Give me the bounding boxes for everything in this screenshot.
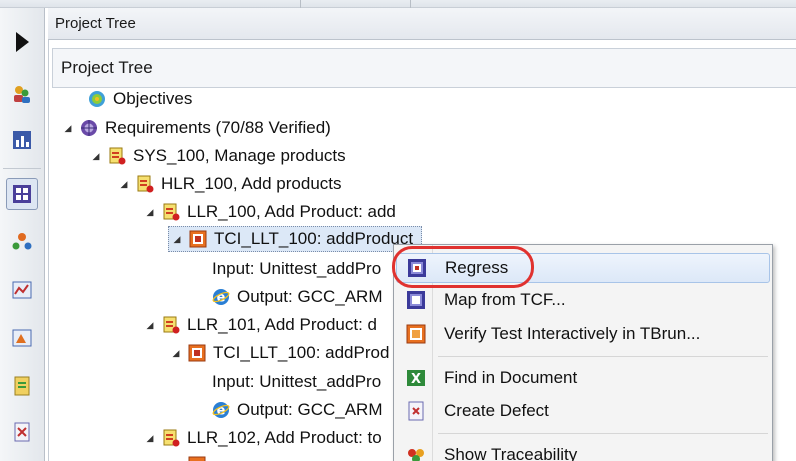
export-icon xyxy=(14,376,30,396)
export-button[interactable] xyxy=(6,370,38,402)
excel-icon: X xyxy=(407,370,425,387)
tree-item-label: SYS_100, Manage products xyxy=(133,146,346,165)
project-tree-button[interactable] xyxy=(6,178,38,210)
left-toolbar xyxy=(0,8,45,461)
tree-item-label: LLR_101, Add Product: d xyxy=(187,315,377,334)
tree-item-label: Output: GCC_ARM xyxy=(237,400,383,419)
expand-arrow-icon[interactable]: ◢ xyxy=(168,457,184,461)
expand-arrow-icon[interactable]: ◢ xyxy=(60,120,76,136)
map-icon xyxy=(407,291,425,309)
top-strip xyxy=(0,0,796,8)
tree-item-label: LLR_100, Add Product: add xyxy=(187,202,396,221)
toolbar-separator xyxy=(3,168,41,169)
objectives-icon xyxy=(89,91,105,107)
graph-icon xyxy=(12,281,32,299)
grid-icon xyxy=(13,185,31,203)
menu-item-create-defect[interactable]: Create Defect xyxy=(396,396,770,426)
tree-item-sys100[interactable]: ◢ SYS_100, Manage products xyxy=(88,143,346,169)
strip-separator xyxy=(410,0,411,8)
tree-item-tci1[interactable]: ◢ TCI_LLT_100: addProduct xyxy=(168,226,423,252)
app-window: Project Tree Project Tree Objectives ◢ R… xyxy=(0,0,796,461)
test-case-icon xyxy=(188,344,206,362)
requirement-doc-icon xyxy=(163,429,180,447)
highlight-ring xyxy=(392,246,534,288)
tree-item-label: Input: Unittest_addPro xyxy=(212,259,382,278)
defect-icon xyxy=(408,401,424,421)
menu-separator xyxy=(438,356,768,357)
defects-icon xyxy=(14,422,30,442)
strip-separator xyxy=(300,0,301,8)
requirement-doc-icon xyxy=(137,175,154,193)
defects-button[interactable] xyxy=(6,416,38,448)
browser-icon: e xyxy=(212,289,230,306)
tree-item-output2[interactable]: e Output: GCC_ARM xyxy=(212,397,383,423)
graph-button[interactable] xyxy=(6,274,38,306)
menu-item-find-in-document[interactable]: X Find in Document xyxy=(396,363,770,393)
expand-arrow-icon[interactable]: ◢ xyxy=(142,317,158,333)
expand-arrow-icon[interactable]: ◢ xyxy=(169,231,185,247)
menu-item-map-from-tcf[interactable]: Map from TCF... xyxy=(396,285,770,315)
network-icon xyxy=(12,233,32,250)
tree-item-label: Objectives xyxy=(113,89,193,108)
tree-item-label: Requirements (70/88 Verified) xyxy=(105,118,331,137)
tree-item-llr100[interactable]: ◢ LLR_100, Add Product: add xyxy=(142,199,396,225)
report-button[interactable] xyxy=(6,322,38,354)
play-button[interactable] xyxy=(6,26,38,58)
tree-item-llr101[interactable]: ◢ LLR_101, Add Product: d xyxy=(142,312,377,338)
tree-item-label: TCI_LLT_100: addProduct xyxy=(214,229,414,248)
users-icon xyxy=(14,86,30,103)
expand-arrow-icon[interactable]: ◢ xyxy=(142,204,158,220)
tree-item-input2[interactable]: Input: Unittest_addPro xyxy=(212,369,381,395)
expand-arrow-icon[interactable]: ◢ xyxy=(116,176,132,192)
tree-item-input1[interactable]: Input: Unittest_addPro xyxy=(212,256,381,282)
expand-arrow-icon[interactable]: ◢ xyxy=(142,430,158,446)
traceability-icon xyxy=(408,449,424,461)
tree-item-objectives[interactable]: Objectives xyxy=(68,86,192,112)
requirement-doc-icon xyxy=(163,316,180,334)
tree-item-output1[interactable]: e Output: GCC_ARM xyxy=(212,284,383,310)
expand-arrow-icon[interactable]: ◢ xyxy=(168,345,184,361)
play-icon xyxy=(16,32,29,52)
network-button[interactable] xyxy=(6,226,38,258)
menu-item-verify-test[interactable]: Verify Test Interactively in TBrun... xyxy=(396,319,770,349)
requirement-doc-icon xyxy=(109,147,126,165)
menu-item-label: Find in Document xyxy=(444,368,578,387)
test-case-icon xyxy=(189,230,207,248)
browser-icon: e xyxy=(212,402,230,419)
menu-item-label: Verify Test Interactively in TBrun... xyxy=(444,324,701,343)
tree-item-label: Output: GCC_ARM xyxy=(237,287,383,306)
tree-item-hlr100[interactable]: ◢ HLR_100, Add products xyxy=(116,171,342,197)
verify-icon xyxy=(406,324,426,344)
tree-item-partial[interactable]: ◢ xyxy=(168,452,213,461)
requirement-doc-icon xyxy=(163,203,180,221)
bar-chart-icon xyxy=(13,131,31,149)
metrics-button[interactable] xyxy=(6,124,38,156)
menu-separator xyxy=(438,433,768,434)
inner-panel-title: Project Tree xyxy=(61,58,153,77)
tree-item-llr102[interactable]: ◢ LLR_102, Add Product: to xyxy=(142,425,382,451)
tree-item-label: TCI_LLT_100: addProd xyxy=(213,343,390,362)
outer-panel-header: Project Tree xyxy=(48,8,796,40)
outer-panel-title: Project Tree xyxy=(55,15,136,32)
tree-item-label: HLR_100, Add products xyxy=(161,174,342,193)
tree-item-label: Input: Unittest_addPro xyxy=(212,372,382,391)
tree-item-label: LLR_102, Add Product: to xyxy=(187,428,382,447)
menu-item-show-traceability[interactable]: Show Traceability xyxy=(396,440,770,461)
requirements-icon xyxy=(81,120,97,136)
tree-item-tci2[interactable]: ◢ TCI_LLT_100: addProd xyxy=(168,340,390,366)
test-case-icon xyxy=(188,456,206,461)
report-icon xyxy=(12,329,32,347)
users-button[interactable] xyxy=(6,78,38,110)
menu-item-label: Map from TCF... xyxy=(444,290,566,309)
svg-text:X: X xyxy=(411,372,421,387)
tree-item-requirements[interactable]: ◢ Requirements (70/88 Verified) xyxy=(60,115,331,141)
expand-arrow-icon[interactable]: ◢ xyxy=(88,148,104,164)
inner-panel-header: Project Tree xyxy=(52,48,796,88)
menu-item-label: Create Defect xyxy=(444,401,549,420)
menu-item-label: Show Traceability xyxy=(444,445,578,461)
